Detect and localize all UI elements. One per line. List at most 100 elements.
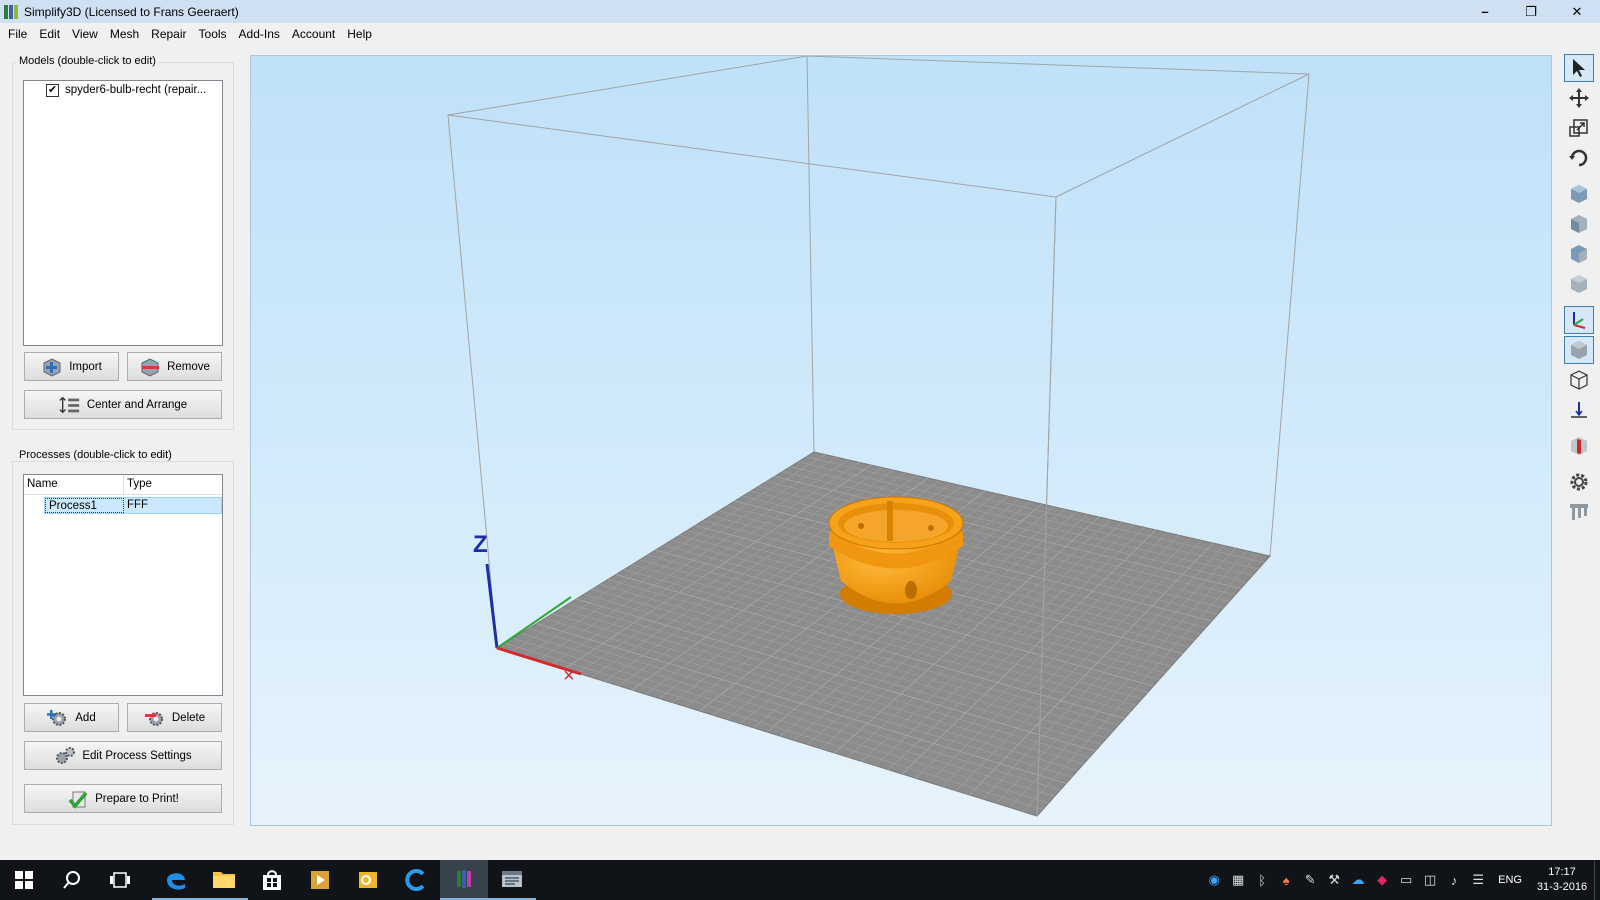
search-button[interactable]	[48, 860, 96, 900]
task-view-icon	[110, 872, 130, 888]
taskbar-edge[interactable]	[152, 860, 200, 900]
select-tool[interactable]	[1564, 54, 1594, 82]
prepare-to-print-button[interactable]: Prepare to Print!	[24, 784, 222, 813]
tray-device-icon[interactable]: ⚒	[1322, 860, 1346, 900]
start-button[interactable]	[0, 860, 48, 900]
move-tool[interactable]	[1564, 84, 1594, 112]
tray-app-icon[interactable]: ♠	[1274, 860, 1298, 900]
input-language[interactable]: ENG	[1490, 874, 1530, 886]
axes-toggle-button[interactable]	[1564, 306, 1594, 334]
clock-date: 31-3-2016	[1536, 881, 1588, 893]
scale-tool[interactable]	[1564, 114, 1594, 142]
taskbar-store[interactable]	[248, 860, 296, 900]
edit-process-settings-label: Edit Process Settings	[82, 749, 192, 762]
bluetooth-icon[interactable]: ᛒ	[1250, 860, 1274, 900]
battery-icon[interactable]: ▭	[1394, 860, 1418, 900]
action-center-icon[interactable]: ☰	[1466, 860, 1490, 900]
cross-section-button[interactable]	[1564, 432, 1594, 460]
show-desktop-button[interactable]	[1594, 860, 1600, 900]
view-front-icon	[1571, 215, 1587, 233]
column-type-header[interactable]: Type	[124, 475, 222, 494]
view-front-button[interactable]	[1564, 210, 1594, 238]
volume-icon[interactable]: ♪	[1442, 860, 1466, 900]
taskbar-file-explorer[interactable]	[200, 860, 248, 900]
menu-tools[interactable]: Tools	[193, 25, 233, 43]
remove-label: Remove	[167, 360, 210, 373]
select-icon	[1573, 59, 1585, 77]
taskbar-outlook[interactable]	[344, 860, 392, 900]
supports-button[interactable]	[1564, 498, 1594, 526]
ground-button[interactable]	[1564, 396, 1594, 424]
import-button[interactable]: Import	[24, 352, 119, 381]
ccleaner-icon	[405, 869, 425, 891]
delete-process-button[interactable]: Delete	[127, 703, 222, 732]
menu-edit[interactable]: Edit	[33, 25, 66, 43]
table-row[interactable]: Process1 FFF	[44, 497, 222, 514]
edit-process-settings-button[interactable]: Edit Process Settings	[24, 741, 222, 770]
update-notification-icon[interactable]: ◉	[1202, 860, 1226, 900]
menu-account[interactable]: Account	[286, 25, 341, 43]
menu-help[interactable]: Help	[341, 25, 378, 43]
minimize-button[interactable]: –	[1462, 0, 1508, 23]
z-axis-label: Z	[473, 531, 488, 558]
simplify3d-icon	[457, 870, 471, 888]
antivirus-icon[interactable]: ◆	[1370, 860, 1394, 900]
ground-icon	[1571, 402, 1587, 418]
settings-button[interactable]	[1564, 468, 1594, 496]
list-item[interactable]: ✔ spyder6-bulb-recht (repair...	[24, 81, 222, 99]
restore-button[interactable]: ❐	[1508, 0, 1554, 23]
processes-table[interactable]: Name Type Process1 FFF	[23, 474, 223, 696]
model-visible-checkbox[interactable]: ✔	[46, 83, 59, 97]
process-name-cell: Process1	[45, 498, 124, 513]
onedrive-icon[interactable]: ☁	[1346, 860, 1370, 900]
menu-add-ins[interactable]: Add-Ins	[233, 25, 286, 43]
view-side-button[interactable]	[1564, 270, 1594, 298]
taskbar-app-window[interactable]	[488, 860, 536, 900]
menu-mesh[interactable]: Mesh	[104, 25, 145, 43]
model-name: spyder6-bulb-recht (repair...	[65, 84, 207, 96]
processes-group-title: Processes (double-click to edit)	[17, 449, 174, 461]
3d-viewport[interactable]: Z ×	[250, 55, 1552, 826]
taskbar-media-player[interactable]	[296, 860, 344, 900]
menu-file[interactable]: File	[2, 25, 33, 43]
title-bar: Simplify3D (Licensed to Frans Geeraert) …	[0, 0, 1600, 23]
task-view-button[interactable]	[96, 860, 144, 900]
models-list[interactable]: ✔ spyder6-bulb-recht (repair...	[23, 80, 223, 346]
network-map-icon[interactable]: ▦	[1226, 860, 1250, 900]
add-label: Add	[75, 711, 96, 724]
clock-time: 17:17	[1548, 866, 1576, 878]
taskbar-ccleaner[interactable]	[392, 860, 440, 900]
build-volume-button[interactable]	[1564, 366, 1594, 394]
menu-bar: File Edit View Mesh Repair Tools Add-Ins…	[0, 23, 1600, 45]
search-icon	[63, 871, 80, 889]
edge-browser-icon	[167, 873, 185, 890]
supports-icon	[1570, 504, 1588, 520]
view-iso-button[interactable]	[1564, 180, 1594, 208]
windows-taskbar: ◉ ▦ ᛒ ♠ ✎ ⚒ ☁ ◆ ▭ ◫ ♪ ☰ ENG 17:17 31-3-2…	[0, 860, 1600, 900]
taskbar-simplify3d[interactable]	[440, 860, 488, 900]
outlook-icon	[359, 872, 377, 888]
move-icon	[1569, 88, 1589, 108]
view-top-button[interactable]	[1564, 240, 1594, 268]
center-and-arrange-button[interactable]: Center and Arrange	[24, 390, 222, 419]
tray-helper-icon[interactable]: ✎	[1298, 860, 1322, 900]
column-name-header[interactable]: Name	[24, 475, 124, 494]
media-player-icon	[311, 871, 329, 889]
process-type-cell: FFF	[127, 499, 149, 511]
view-top-icon	[1571, 245, 1587, 263]
app-window-icon	[502, 871, 522, 887]
window-title: Simplify3D (Licensed to Frans Geeraert)	[24, 4, 239, 19]
import-label: Import	[69, 360, 102, 373]
menu-repair[interactable]: Repair	[145, 25, 192, 43]
rotate-tool[interactable]	[1564, 144, 1594, 172]
solid-view-button[interactable]	[1564, 336, 1594, 364]
system-tray: ◉ ▦ ᛒ ♠ ✎ ⚒ ☁ ◆ ▭ ◫ ♪ ☰ ENG 17:17 31-3-2…	[1202, 860, 1600, 900]
wifi-network-icon[interactable]: ◫	[1418, 860, 1442, 900]
menu-view[interactable]: View	[66, 25, 104, 43]
clock[interactable]: 17:17 31-3-2016	[1530, 865, 1594, 895]
windows-logo-icon	[15, 871, 33, 889]
delete-gear-icon	[144, 708, 166, 728]
remove-button[interactable]: Remove	[127, 352, 222, 381]
add-process-button[interactable]: Add	[24, 703, 119, 732]
close-button[interactable]: ✕	[1554, 0, 1600, 23]
